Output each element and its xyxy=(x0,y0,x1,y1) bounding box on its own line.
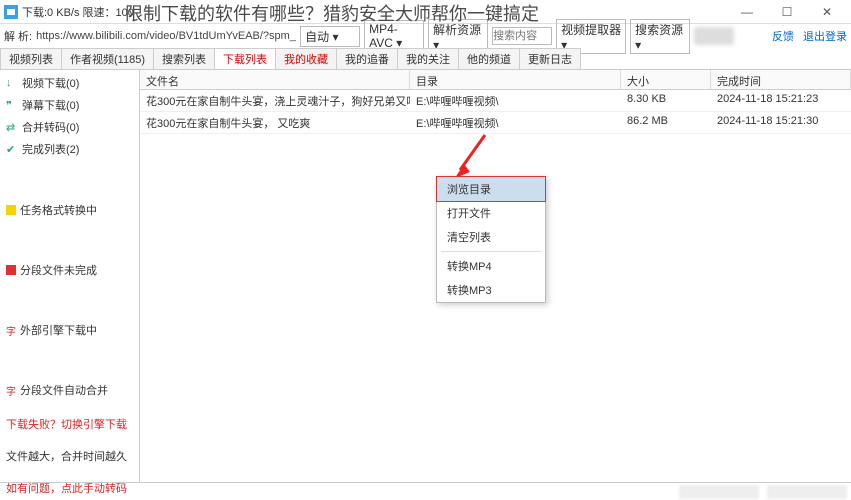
minimize-button[interactable]: — xyxy=(727,0,767,24)
cell-file: 花300元在家自制牛头宴， 又吃爽 xyxy=(140,112,410,133)
avatar-blur xyxy=(694,27,734,45)
maximize-button[interactable]: ☐ xyxy=(767,0,807,24)
status-bar xyxy=(0,482,851,500)
col-size-header[interactable]: 大小 xyxy=(621,70,711,89)
tab-我的关注[interactable]: 我的关注 xyxy=(397,48,459,69)
legend-icon xyxy=(6,323,16,338)
col-file-header[interactable]: 文件名 xyxy=(140,70,410,89)
annotation-arrow-icon xyxy=(450,130,490,180)
footer-control[interactable] xyxy=(767,485,847,499)
sidebar-note[interactable]: 下载失败？切换引擎下载 xyxy=(0,416,139,432)
tab-我的收藏[interactable]: 我的收藏 xyxy=(275,48,337,69)
tab-他的频道[interactable]: 他的频道 xyxy=(458,48,520,69)
table-row[interactable]: 花300元在家自制牛头宴， 又吃爽E:\哔喱哔喱视频\86.2 MB2024-1… xyxy=(140,112,851,134)
tab-下载列表[interactable]: 下载列表 xyxy=(214,48,276,69)
search-input[interactable] xyxy=(492,27,552,45)
overlay-headline: 限制下载的软件有哪些？猎豹安全大师帮你一键搞定 xyxy=(125,0,539,26)
table-header: 文件名 目录 大小 完成时间 xyxy=(140,70,851,90)
content-area: 文件名 目录 大小 完成时间 花300元在家自制牛头宴，浇上灵魂汁子，狗好兄弟又… xyxy=(140,70,851,482)
tab-更新日志[interactable]: 更新日志 xyxy=(519,48,581,69)
context-menu-item[interactable]: 转换MP4 xyxy=(437,254,545,278)
context-menu-item[interactable]: 浏览目录 xyxy=(436,176,546,202)
cell-size: 8.30 KB xyxy=(621,90,711,111)
legend-swatch xyxy=(6,205,16,215)
cell-dir: E:\哔喱哔喱视频\ xyxy=(410,112,621,133)
auto-combo[interactable]: 自动 ▾ xyxy=(300,26,360,47)
cell-time: 2024-11-18 15:21:23 xyxy=(711,90,851,111)
legend-item: 外部引擎下载中 xyxy=(0,320,139,340)
sidebar-icon xyxy=(6,143,18,155)
cell-file: 花300元在家自制牛头宴，浇上灵魂汁子，狗好兄弟又吃爽 xyxy=(140,90,410,111)
col-dir-header[interactable]: 目录 xyxy=(410,70,621,89)
sidebar-item-label: 完成列表(2) xyxy=(22,141,79,157)
tab-我的追番[interactable]: 我的追番 xyxy=(336,48,398,69)
close-button[interactable]: ✕ xyxy=(807,0,847,24)
legend-item: 分段文件未完成 xyxy=(0,260,139,280)
sidebar-item[interactable]: 合并转码(0) xyxy=(0,116,139,138)
logout-link[interactable]: 退出登录 xyxy=(803,31,847,43)
legend-item: 分段文件自动合并 xyxy=(0,380,139,400)
parse-url[interactable]: https://www.bilibili.com/video/BV1tdUmYv… xyxy=(36,30,296,42)
legend-icon xyxy=(6,383,16,398)
context-menu-item[interactable]: 转换MP3 xyxy=(437,278,545,302)
cell-time: 2024-11-18 15:21:30 xyxy=(711,112,851,133)
feedback-link[interactable]: 反馈 xyxy=(772,31,794,43)
tab-视频列表[interactable]: 视频列表 xyxy=(0,48,62,69)
sidebar-icon xyxy=(6,99,18,111)
header-links: 反馈 退出登录 xyxy=(766,28,847,44)
context-menu-item[interactable]: 清空列表 xyxy=(437,225,545,249)
tab-作者视频(1185)[interactable]: 作者视频(1185) xyxy=(61,48,154,69)
tab-搜索列表[interactable]: 搜索列表 xyxy=(153,48,215,69)
sidebar-item[interactable]: 弹幕下载(0) xyxy=(0,94,139,116)
parse-label: 解 析: xyxy=(4,28,32,44)
sidebar-item-label: 视频下载(0) xyxy=(22,75,79,91)
sidebar-icon xyxy=(6,121,18,133)
app-icon xyxy=(4,5,18,19)
speed-info: 下载:0 KB/s 限速：100 xyxy=(22,4,134,20)
search-res-combo[interactable]: 搜索资源 ▾ xyxy=(630,19,690,54)
url-row: 解 析: https://www.bilibili.com/video/BV1t… xyxy=(0,24,851,48)
context-menu-separator xyxy=(441,251,541,252)
cell-dir: E:\哔喱哔喱视频\ xyxy=(410,90,621,111)
context-menu-item[interactable]: 打开文件 xyxy=(437,201,545,225)
sidebar: 视频下载(0) 弹幕下载(0) 合并转码(0) 完成列表(2) 任务格式转换中分段文件未… xyxy=(0,70,140,482)
sidebar-icon xyxy=(6,77,18,89)
col-time-header[interactable]: 完成时间 xyxy=(711,70,851,89)
context-menu: 浏览目录打开文件清空列表转换MP4转换MP3 xyxy=(436,176,546,303)
legend-item: 任务格式转换中 xyxy=(0,200,139,220)
sidebar-item-label: 弹幕下载(0) xyxy=(22,97,79,113)
sidebar-note: 文件越大，合并时间越久 xyxy=(0,448,139,464)
sidebar-item[interactable]: 完成列表(2) xyxy=(0,138,139,160)
cell-size: 86.2 MB xyxy=(621,112,711,133)
legend-swatch xyxy=(6,265,16,275)
window-controls: — ☐ ✕ xyxy=(727,0,847,24)
main-tabs: 视频列表作者视频(1185)搜索列表下载列表我的收藏我的追番我的关注他的频道更新… xyxy=(0,48,851,70)
footer-control[interactable] xyxy=(679,485,759,499)
sidebar-item-label: 合并转码(0) xyxy=(22,119,79,135)
table-row[interactable]: 花300元在家自制牛头宴，浇上灵魂汁子，狗好兄弟又吃爽E:\哔喱哔喱视频\8.3… xyxy=(140,90,851,112)
sidebar-item[interactable]: 视频下载(0) xyxy=(0,72,139,94)
table-body: 花300元在家自制牛头宴，浇上灵魂汁子，狗好兄弟又吃爽E:\哔喱哔喱视频\8.3… xyxy=(140,90,851,134)
